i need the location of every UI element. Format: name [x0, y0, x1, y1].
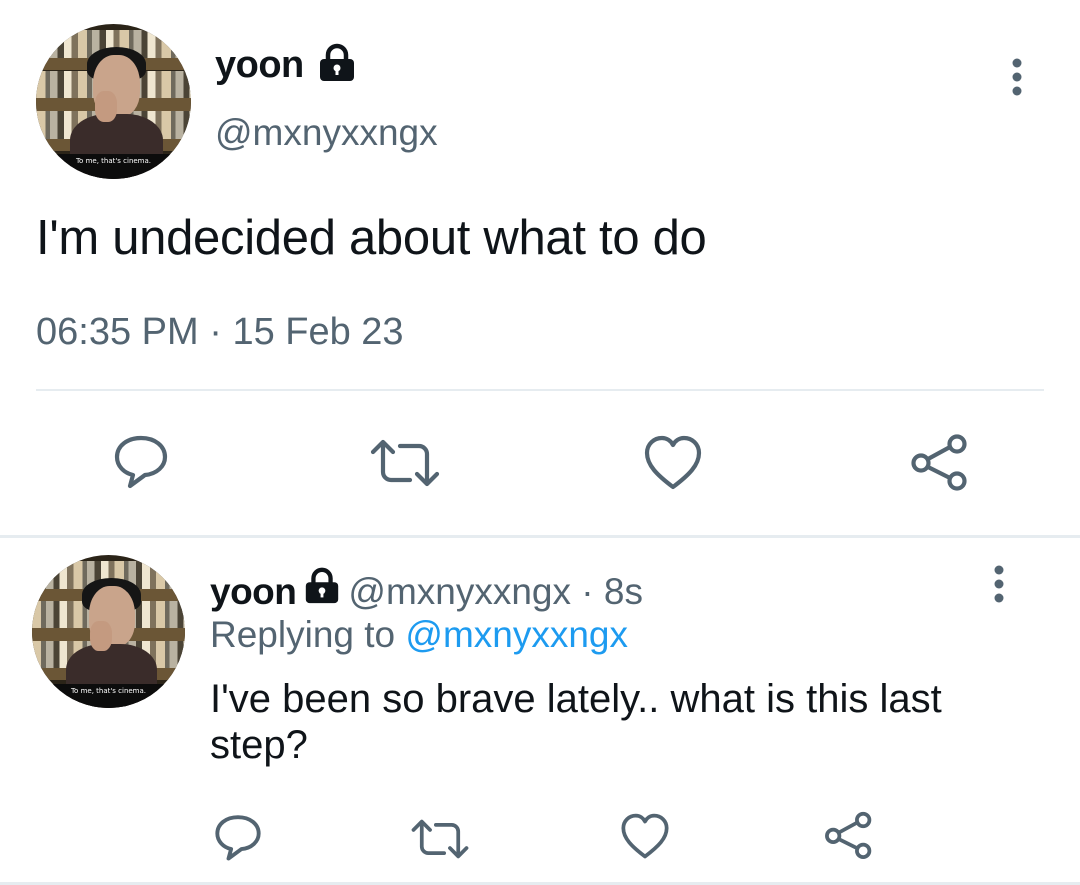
- user-handle[interactable]: @mxnyxxngx: [215, 112, 438, 154]
- retweet-icon[interactable]: [370, 438, 440, 488]
- divider: [0, 535, 1080, 538]
- replying-to: Replying to @mxnyxxngx: [210, 614, 628, 656]
- reply-avatar[interactable]: To me, that's cinema.: [32, 555, 185, 708]
- separator-dot: ·: [581, 571, 594, 612]
- tweet-date: 15 Feb 23: [232, 311, 404, 353]
- reply-display-name[interactable]: yoon: [210, 571, 297, 612]
- tweet-text: I'm undecided about what to do: [36, 211, 707, 265]
- more-vertical-icon[interactable]: [1006, 58, 1028, 98]
- avatar-caption: To me, that's cinema.: [36, 154, 191, 179]
- reply-header: yoon @mxnyxxngx · 8s: [210, 566, 643, 613]
- separator-dot: ·: [209, 311, 222, 353]
- retweet-icon[interactable]: [411, 818, 469, 860]
- reply-icon[interactable]: [112, 432, 170, 490]
- tweet-time: 06:35 PM: [36, 311, 199, 353]
- reply-age: 8s: [603, 571, 643, 612]
- lock-icon: [306, 567, 339, 604]
- reply-icon[interactable]: [213, 812, 263, 862]
- lock-icon: [320, 43, 354, 81]
- replying-to-label: Replying to: [210, 614, 396, 655]
- share-icon[interactable]: [824, 810, 874, 860]
- share-icon[interactable]: [910, 432, 970, 492]
- heart-icon[interactable]: [643, 435, 703, 491]
- display-name[interactable]: yoon: [215, 44, 304, 87]
- more-vertical-icon[interactable]: [988, 565, 1010, 605]
- reply-text: I've been so brave lately.. what is this…: [210, 677, 942, 767]
- avatar-caption: To me, that's cinema.: [32, 683, 185, 708]
- reply-user-handle[interactable]: @mxnyxxngx: [348, 571, 571, 612]
- avatar[interactable]: To me, that's cinema.: [36, 24, 191, 179]
- tweet-timestamp[interactable]: 06:35 PM · 15 Feb 23: [36, 311, 404, 354]
- heart-icon[interactable]: [620, 813, 670, 860]
- divider: [36, 389, 1044, 391]
- replying-to-mention[interactable]: @mxnyxxngx: [405, 614, 628, 655]
